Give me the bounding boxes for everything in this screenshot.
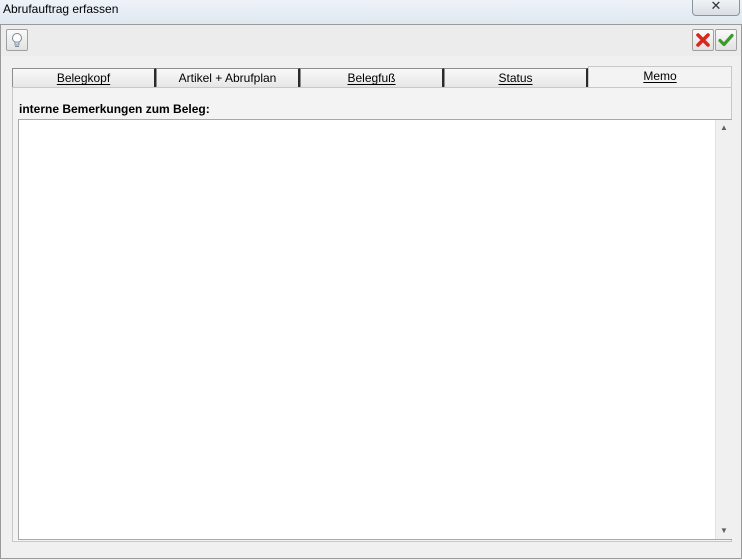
tab-label: Belegfuß bbox=[347, 71, 396, 85]
tab-status[interactable]: Status bbox=[444, 68, 588, 87]
tab-strip: Belegkopf Artikel + Abrufplan Belegfuß S… bbox=[12, 66, 732, 88]
memo-textarea[interactable] bbox=[19, 120, 714, 539]
tab-label: Memo bbox=[643, 69, 677, 83]
memo-panel: interne Bemerkungen zum Beleg: ▲ ▼ bbox=[12, 87, 732, 542]
memo-label: interne Bemerkungen zum Beleg: bbox=[19, 102, 210, 116]
tab-label: Status bbox=[498, 71, 533, 85]
tab-artikel-abrufplan[interactable]: Artikel + Abrufplan bbox=[156, 68, 300, 87]
dialog-body: Belegkopf Artikel + Abrufplan Belegfuß S… bbox=[0, 56, 742, 559]
ok-button[interactable] bbox=[715, 29, 737, 51]
tab-belegfuss[interactable]: Belegfuß bbox=[300, 68, 444, 87]
scroll-down-icon[interactable]: ▼ bbox=[716, 523, 732, 539]
memo-box: ▲ ▼ bbox=[18, 119, 732, 540]
toolbar bbox=[0, 24, 742, 57]
window-title: Abrufauftrag erfassen bbox=[3, 2, 119, 16]
close-window-button[interactable]: ✕ bbox=[692, 0, 740, 16]
close-icon: ✕ bbox=[710, 0, 722, 13]
tab-belegkopf[interactable]: Belegkopf bbox=[12, 68, 156, 87]
cancel-button[interactable] bbox=[692, 29, 714, 51]
tab-label: Belegkopf bbox=[56, 71, 111, 85]
lightbulb-icon bbox=[12, 33, 22, 47]
title-bar: Abrufauftrag erfassen ✕ bbox=[0, 0, 742, 24]
tab-label: Artikel + Abrufplan bbox=[178, 71, 277, 85]
scroll-up-icon[interactable]: ▲ bbox=[716, 120, 732, 136]
tab-memo[interactable]: Memo bbox=[588, 66, 732, 88]
hint-button[interactable] bbox=[6, 29, 28, 51]
red-x-icon bbox=[696, 33, 710, 47]
green-check-icon bbox=[718, 33, 734, 47]
memo-scrollbar[interactable]: ▲ ▼ bbox=[715, 120, 732, 539]
